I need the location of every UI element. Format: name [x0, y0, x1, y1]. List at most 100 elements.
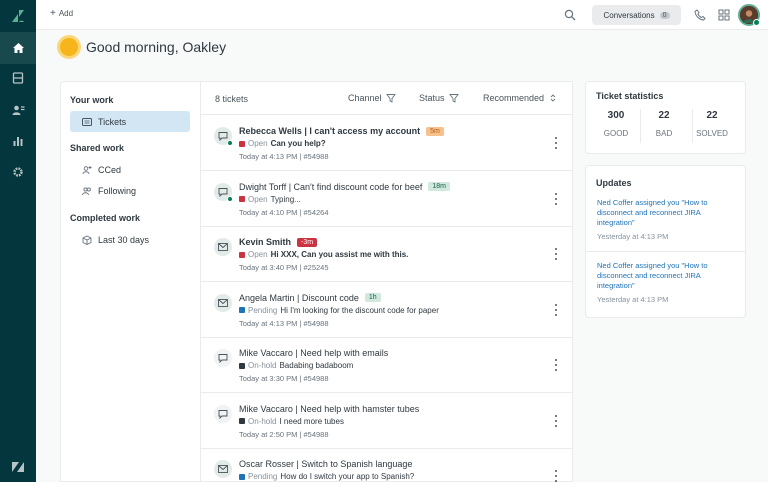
ticket-snippet: Typing... [270, 194, 301, 204]
your-work-heading: Your work [70, 95, 114, 105]
ticket-title[interactable]: Oscar Rosser | Switch to Spanish languag… [239, 459, 412, 469]
more-options-icon[interactable] [554, 192, 558, 205]
sort-label: Recommended [483, 93, 545, 103]
home-icon[interactable] [0, 32, 36, 64]
more-options-icon[interactable] [554, 359, 558, 371]
ticket-row[interactable]: Angela Martin | Discount code 1h Pending Hi… [201, 282, 572, 338]
status-indicator [239, 140, 245, 147]
updates-card: Updates Ned Coffer assigned you "How to … [585, 165, 746, 318]
views-icon[interactable] [0, 62, 36, 94]
stat-bad[interactable]: 22 BAD [639, 110, 689, 138]
sla-badge: 18m [428, 182, 450, 191]
update-text[interactable]: Ned Coffer assigned you "How to disconne… [597, 261, 737, 291]
conversations-button[interactable]: Conversations 0 [592, 5, 681, 25]
more-options-icon[interactable] [554, 303, 558, 316]
online-indicator [227, 140, 233, 146]
sla-badge: 5m [426, 126, 444, 136]
sidebar-item-label: Tickets [98, 116, 127, 127]
search-icon[interactable] [562, 7, 578, 23]
update-text[interactable]: Ned Coffer assigned you "How to disconne… [597, 198, 737, 228]
status-filter[interactable]: Status [419, 93, 459, 103]
ticket-meta: Today at 3:40 PM | #25245 [239, 263, 329, 272]
stat-bad-label: BAD [655, 129, 673, 138]
ticket-row[interactable]: Rebecca Wells | I can't access my accoun… [201, 115, 572, 171]
sidebar-item-following[interactable]: Following [70, 180, 190, 201]
sort-dropdown[interactable]: Recommended [483, 93, 558, 103]
ticket-title[interactable]: Mike Vaccaro | Need help with hamster tu… [239, 404, 419, 414]
more-options-icon[interactable] [554, 248, 558, 260]
ticket-row[interactable]: Mike Vaccaro | Need help with emails On-h… [201, 337, 572, 393]
chat-icon [214, 182, 233, 202]
ticket-title[interactable]: Mike Vaccaro | Need help with emails [239, 348, 388, 358]
chat-icon [214, 404, 232, 423]
status-indicator [239, 196, 245, 202]
cube-icon [82, 234, 92, 245]
ticket-status: On-hold [248, 361, 277, 370]
sidebar-item-cced[interactable]: CCed [70, 159, 190, 180]
ticket-row[interactable]: Kevin Smith -3m Open Hi XXX, Can you assist… [201, 226, 572, 282]
conversations-label: Conversations [603, 10, 655, 20]
ticket-snippet: Can you help? [270, 139, 326, 148]
users-icon [82, 186, 92, 196]
ticket-title[interactable]: Rebecca Wells | I can't access my accoun… [239, 126, 420, 136]
ticket-row[interactable]: Mike Vaccaro | Need help with hamster tu… [201, 393, 572, 449]
ticket-title[interactable]: Kevin Smith [239, 237, 291, 247]
more-options-icon[interactable] [554, 137, 558, 149]
ticket-status-line: Open Typing... [239, 195, 301, 204]
ticket-row[interactable]: Dwight Torff | Can't find discount code … [201, 171, 572, 227]
more-options-icon[interactable] [554, 414, 558, 427]
ticket-status-line: Open Can you help? [239, 139, 326, 148]
top-bar: + Add Conversations 0 [36, 0, 768, 30]
channel-filter[interactable]: Channel [348, 93, 396, 103]
sla-badge: -3m [297, 237, 318, 247]
update-time: Yesterday at 4:13 PM [597, 295, 669, 304]
ticket-status: Pending [248, 305, 278, 315]
customers-icon[interactable] [0, 94, 36, 126]
sidebar-item-label: Following [98, 185, 137, 196]
divider [586, 251, 745, 252]
work-sidebar: Your work Tickets Shared work CCed Follo… [60, 81, 200, 482]
ticket-title[interactable]: Angela Martin | Discount code [239, 293, 359, 303]
tickets-icon [82, 117, 92, 127]
reporting-icon[interactable] [0, 125, 36, 157]
ticket-status: Open [248, 194, 268, 204]
stat-solved-value: 22 [706, 110, 718, 121]
status-indicator [239, 251, 245, 258]
stat-solved-label: SOLVED [696, 129, 728, 138]
apps-grid-icon[interactable] [716, 7, 732, 23]
ticket-meta: Today at 2:50 PM | #54988 [239, 429, 329, 439]
zendesk-z-icon[interactable] [0, 451, 36, 482]
settings-gear-icon[interactable] [0, 156, 36, 188]
shared-work-heading: Shared work [70, 143, 125, 153]
email-icon [214, 238, 232, 256]
ticket-snippet: I need more tubes [279, 416, 344, 426]
stat-good[interactable]: 300 GOOD [591, 110, 641, 138]
status-indicator [239, 418, 245, 424]
ticket-title[interactable]: Dwight Torff | Can't find discount code … [239, 182, 422, 192]
stat-solved[interactable]: 22 SOLVED [687, 110, 737, 138]
zendesk-logo-icon[interactable] [0, 0, 36, 32]
stat-good-value: 300 [607, 110, 625, 121]
ticket-title-line: Mike Vaccaro | Need help with emails [239, 348, 388, 358]
ticket-meta: Today at 4:13 PM | #54988 [239, 152, 329, 161]
update-item[interactable]: Ned Coffer assigned you "How to disconne… [597, 261, 737, 304]
ticket-meta: Today at 3:30 PM | #54988 [239, 374, 329, 383]
ticket-snippet: How do I switch your app to Spanish? [280, 472, 415, 481]
ticket-status: Open [248, 139, 268, 148]
ticket-title-line: Oscar Rosser | Switch to Spanish languag… [239, 459, 412, 469]
ticket-row[interactable]: Oscar Rosser | Switch to Spanish languag… [201, 448, 572, 482]
ticket-status-line: Open Hi XXX, Can you assist me with this. [239, 250, 408, 259]
ticket-title-line: Mike Vaccaro | Need help with hamster tu… [239, 404, 419, 414]
update-item[interactable]: Ned Coffer assigned you "How to disconne… [597, 198, 737, 241]
sidebar-item-last-30-days[interactable]: Last 30 days [70, 229, 190, 250]
sidebar-item-tickets[interactable]: Tickets [70, 111, 190, 132]
more-options-icon[interactable] [554, 470, 558, 482]
filter-icon [448, 94, 459, 103]
email-icon [214, 460, 232, 478]
ticket-snippet: Hi I'm looking for the discount code for… [280, 305, 439, 315]
add-button[interactable]: + Add [50, 8, 73, 18]
user-avatar[interactable] [738, 4, 760, 26]
phone-icon[interactable] [692, 7, 708, 23]
chat-icon [214, 127, 233, 146]
sla-badge: 1h [364, 293, 381, 302]
